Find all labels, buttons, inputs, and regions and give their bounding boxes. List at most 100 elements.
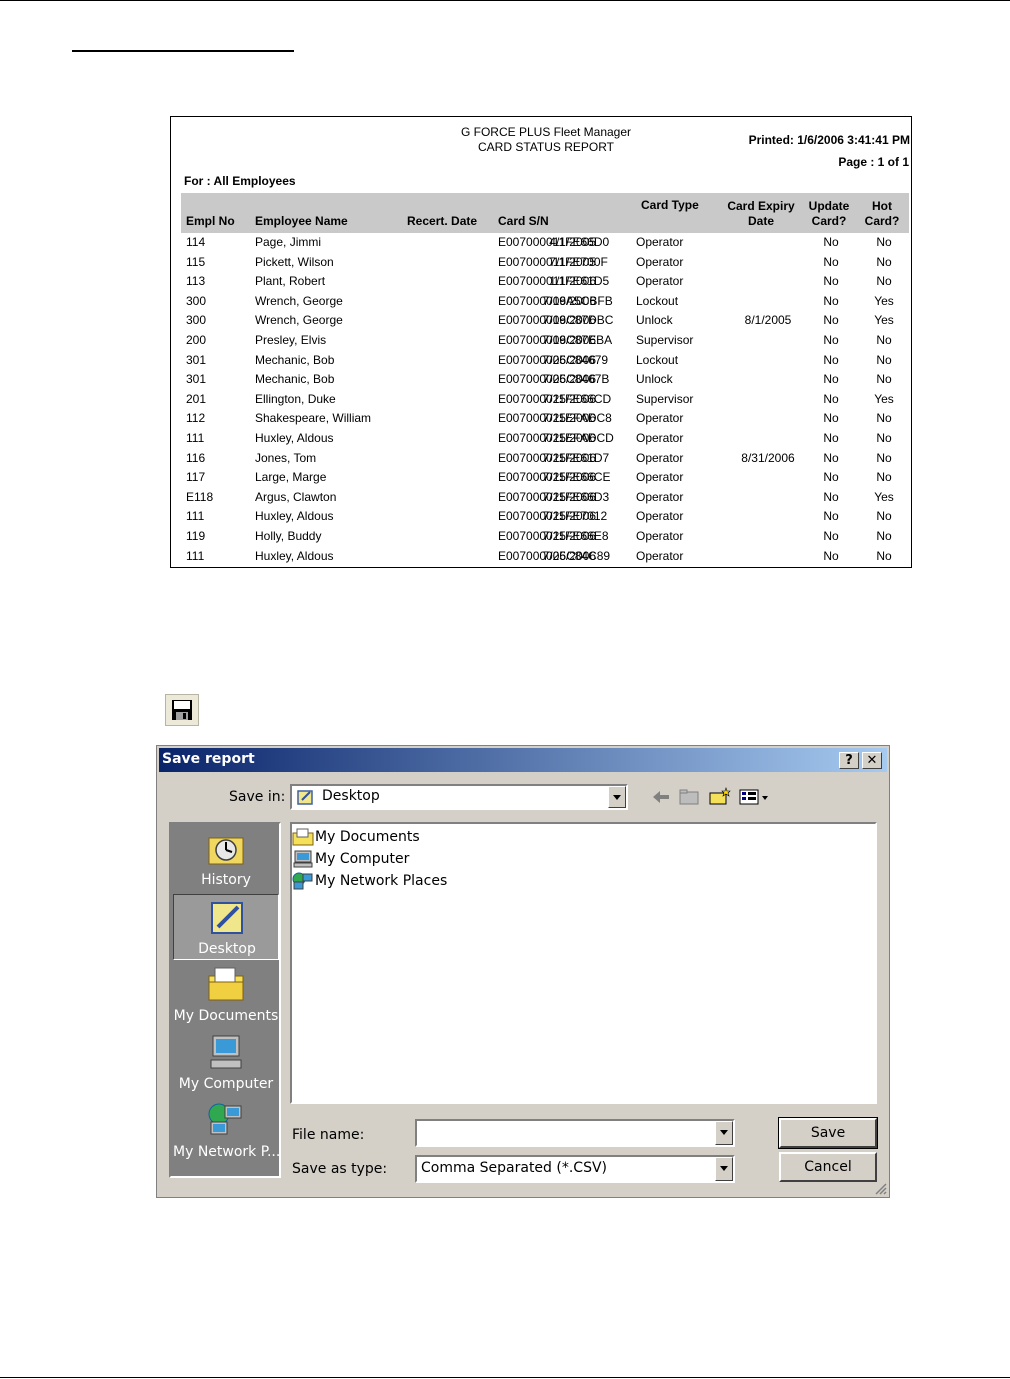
save-in-drop-button[interactable] (608, 786, 626, 808)
col-employee-name: Employee Name (255, 214, 348, 228)
help-button[interactable]: ? (839, 752, 859, 769)
cell-card-type: Unlock (636, 313, 673, 328)
cell-hot-card: Yes (874, 293, 894, 308)
places-bar: History Desktop My Documents My Computer… (169, 822, 281, 1178)
cell-card-type: Lockout (636, 352, 679, 367)
cell-hot-card: No (876, 430, 892, 445)
col-recert-date: Recert. Date (407, 214, 478, 228)
cell-empl-no: 301 (186, 372, 207, 387)
table-row: 117 Large, Marge 7/25/2006 E007000011FE66CE… (171, 468, 911, 488)
file-list[interactable]: My Documents My Computer My Network Plac… (290, 822, 877, 1104)
cell-employee-name: Ellington, Duke (255, 391, 336, 406)
save-in-dropdown[interactable]: Desktop (290, 784, 628, 810)
cell-hot-card: No (876, 235, 892, 249)
my-network-places-icon (292, 872, 313, 890)
cell-card-type: Operator (636, 411, 684, 426)
place-my-network-places[interactable]: My Network P... (173, 1098, 281, 1164)
cell-hot-card: No (876, 450, 892, 465)
cell-card-type: Operator (636, 470, 684, 485)
report-filter: For : All Employees (184, 174, 296, 188)
file-item-label: My Computer (315, 851, 410, 867)
page-bottom-rule (0, 1377, 1010, 1378)
cancel-button[interactable]: Cancel (779, 1152, 877, 1182)
cell-hot-card: No (876, 274, 892, 289)
col-card-type: Card Type (641, 198, 699, 212)
table-row: 201 Ellington, Duke 7/25/2006 E007000011FE6… (171, 390, 911, 410)
place-history[interactable]: History (173, 826, 279, 892)
cell-hot-card: Yes (874, 391, 894, 406)
table-row: 115 Pickett, Wilson 7/1/2005 E007000011FE70… (171, 253, 911, 273)
save-as-type-dropdown[interactable]: Comma Separated (*.CSV) (415, 1155, 735, 1183)
cell-card-sn: E007000011EFADC8 (498, 411, 612, 426)
save-report-dialog: Save report ? ✕ Save in: Desktop History… (156, 745, 890, 1198)
cell-card-sn: E007000011FE66CD (498, 391, 612, 406)
cell-empl-no: 201 (186, 391, 207, 406)
cell-card-sn: E007000011FE66CE (498, 470, 611, 485)
chevron-down-icon (720, 1130, 728, 1135)
cell-employee-name: Large, Marge (255, 470, 327, 485)
file-name-drop-button[interactable] (715, 1121, 733, 1145)
cell-employee-name: Huxley, Aldous (255, 548, 334, 563)
cell-empl-no: 301 (186, 352, 207, 367)
cell-hot-card: No (876, 548, 892, 563)
cell-card-sn: E007000011FE61D7 (498, 450, 610, 465)
my-computer-icon (210, 1035, 242, 1069)
dialog-title: Save report (162, 751, 255, 767)
cell-employee-name: Argus, Clawton (255, 489, 337, 504)
report-printed-timestamp: Printed: 1/6/2006 3:41:41 PM (748, 133, 910, 147)
back-arrow-icon[interactable] (651, 789, 671, 805)
cell-empl-no: 200 (186, 332, 207, 347)
col-card-sn: Card S/N (498, 214, 549, 228)
cell-empl-no: 112 (186, 411, 206, 426)
up-folder-icon[interactable] (678, 787, 700, 805)
file-name-input[interactable] (415, 1119, 735, 1147)
place-desktop[interactable]: Desktop (173, 894, 279, 960)
place-my-documents[interactable]: My Documents (173, 962, 279, 1028)
col-hot-line2: Card? (864, 214, 900, 228)
col-update-line2: Card? (811, 214, 847, 228)
cell-employee-name: Mechanic, Bob (255, 372, 335, 387)
cell-card-sn: E007000011FE66E8 (498, 528, 609, 543)
new-folder-icon[interactable] (708, 786, 732, 806)
resize-grip-icon[interactable] (873, 1181, 887, 1195)
cell-empl-no: 114 (186, 235, 206, 249)
card-status-report: G FORCE PLUS Fleet Manager CARD STATUS R… (170, 116, 912, 568)
place-my-network-places-label: My Network P... (173, 1144, 281, 1160)
save-as-type-drop-button[interactable] (715, 1157, 733, 1181)
cell-hot-card: No (876, 254, 892, 269)
cell-card-sn: E007000006C8467B (498, 372, 610, 387)
view-menu-icon[interactable] (739, 788, 771, 806)
place-desktop-label: Desktop (198, 941, 256, 957)
cell-card-type: Lockout (636, 293, 679, 308)
cell-hot-card: No (876, 372, 892, 387)
col-update-card: Update Card? (803, 199, 855, 229)
table-row: 111 Huxley, Aldous 7/25/2006 E007000011EFAD… (171, 429, 911, 449)
place-my-computer-label: My Computer (178, 1076, 274, 1092)
close-button[interactable]: ✕ (862, 752, 882, 769)
cell-card-sn: E007000006C84679 (498, 352, 609, 367)
report-rows: 114 Page, Jimmi 4/1/2005 E007000011FE66D0 Op… (171, 233, 911, 566)
cell-card-type: Operator (636, 509, 684, 524)
table-row: 200 Presley, Elvis 7/19/2006 E007000006C87E… (171, 331, 911, 351)
cell-card-sn: E007000011FE66D0 (498, 235, 610, 249)
my-network-places-icon (208, 1103, 242, 1135)
save-report-button[interactable] (165, 694, 199, 726)
save-as-type-value: Comma Separated (*.CSV) (421, 1160, 607, 1176)
cell-card-type: Operator (636, 235, 684, 249)
cell-card-sn: E007000006C87DBC (498, 313, 614, 328)
page-top-rule (0, 0, 1010, 1)
cell-card-sn: E007000006A5CBFB (498, 293, 613, 308)
place-my-computer[interactable]: My Computer (173, 1030, 279, 1096)
desktop-icon (297, 790, 313, 805)
cell-empl-no: 111 (186, 509, 205, 524)
cell-employee-name: Mechanic, Bob (255, 352, 335, 367)
save-button[interactable]: Save (778, 1117, 878, 1149)
cell-employee-name: Huxley, Aldous (255, 509, 334, 524)
cell-card-type: Supervisor (636, 332, 694, 347)
place-my-documents-label: My Documents (173, 1008, 279, 1024)
cell-hot-card: Yes (874, 489, 894, 504)
cell-card-sn: E007000011FE7012 (498, 509, 608, 524)
cell-employee-name: Pickett, Wilson (255, 254, 334, 269)
report-title: G FORCE PLUS Fleet Manager CARD STATUS R… (421, 125, 671, 155)
cell-hot-card: No (876, 470, 892, 485)
